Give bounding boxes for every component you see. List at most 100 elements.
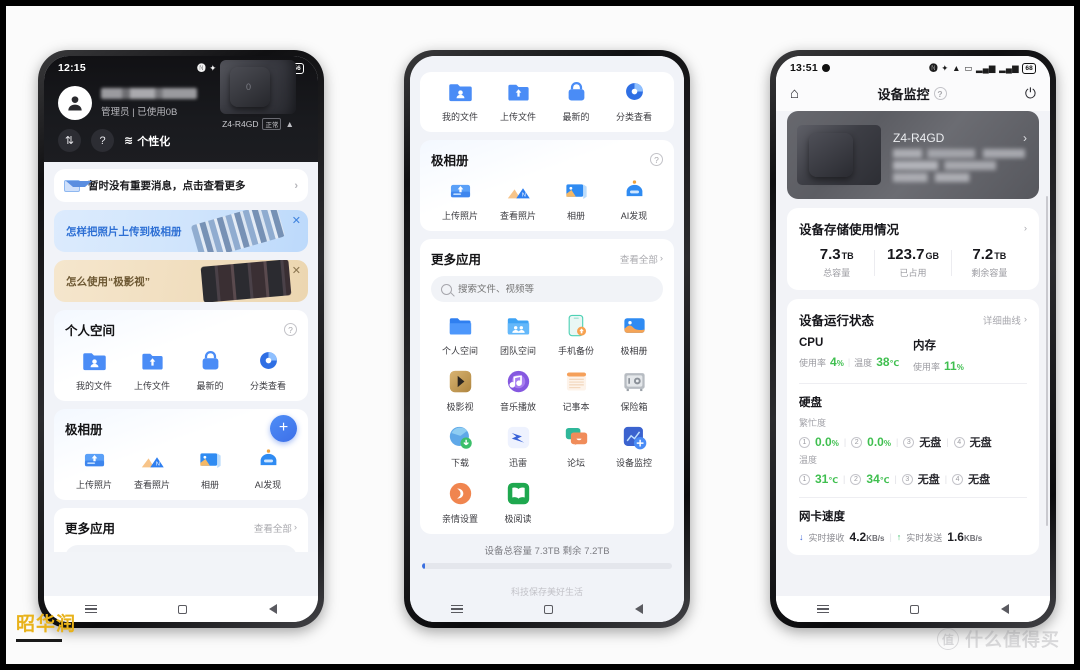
tile-label: 分类查看 bbox=[615, 112, 652, 122]
tile-ai-discover[interactable]: AI发现 bbox=[605, 177, 663, 222]
tile-recent[interactable]: 最新的 bbox=[547, 78, 605, 123]
tile-upload-photo[interactable]: 上传照片 bbox=[65, 446, 123, 491]
tile-thunder[interactable]: 迅雷 bbox=[489, 424, 547, 469]
tile-forum[interactable]: 论坛 bbox=[547, 424, 605, 469]
tile-category[interactable]: 分类查看 bbox=[239, 347, 297, 392]
disk-busy-value: 0.0 bbox=[867, 435, 884, 449]
phone3-content: 13:51 🅝 ✦ ▲ ▭ ▂▄▆ ▂▄▆ 68 ⌂ 设备监控 ? ⏻ Z4-R… bbox=[776, 56, 1050, 622]
tile-album[interactable]: 相册 bbox=[547, 177, 605, 222]
tile-recent[interactable]: 最新的 bbox=[181, 347, 239, 392]
chevron-right-icon: › bbox=[294, 179, 298, 192]
promo-banner-video[interactable]: 怎么使用“极影视” ✕ bbox=[54, 260, 308, 302]
help-icon[interactable]: ? bbox=[650, 153, 663, 166]
promo-text: 怎么使用“极影视” bbox=[66, 275, 150, 288]
message-bar[interactable]: 暂时没有重要消息，点击查看更多 › bbox=[54, 169, 308, 202]
phone2-screen: 我的文件 上传文件 最新的 分类查看 极相册 ? 上传照片 N 查看照片 相册 … bbox=[410, 56, 684, 622]
tile-safe[interactable]: 保险箱 bbox=[605, 368, 663, 413]
nfc-icon: 🅝 bbox=[197, 62, 206, 73]
phone3-statusbar: 13:51 🅝 ✦ ▲ ▭ ▂▄▆ ▂▄▆ 68 bbox=[776, 56, 1050, 80]
promo-banner-album[interactable]: 怎样把照片上传到极相册 ✕ bbox=[54, 210, 308, 252]
tile-label: 团队空间 bbox=[499, 346, 536, 356]
section-title: 极相册 bbox=[431, 154, 469, 168]
tile-upload-file[interactable]: 上传文件 bbox=[489, 78, 547, 123]
divider bbox=[799, 497, 1027, 498]
personalize-button[interactable]: ≋ 个性化 bbox=[124, 133, 170, 149]
tile-family-settings[interactable]: 亲情设置 bbox=[431, 480, 489, 525]
tile-device-monitor[interactable]: 设备监控 bbox=[605, 424, 663, 469]
tile-my-files[interactable]: 我的文件 bbox=[431, 78, 489, 123]
home-icon[interactable] bbox=[178, 604, 188, 614]
cpu-usage-unit: % bbox=[836, 359, 844, 368]
tile-category[interactable]: 分类查看 bbox=[605, 78, 663, 123]
tile-phone-backup[interactable]: 手机备份 bbox=[547, 312, 605, 357]
stat-label: 总容量 bbox=[823, 268, 851, 278]
tile-ai-discover[interactable]: AI发现 bbox=[239, 446, 297, 491]
back-icon[interactable] bbox=[1001, 604, 1010, 614]
stat-unit: TB bbox=[994, 251, 1007, 261]
storage-card[interactable]: 设备存储使用情况 › 7.3TB 总容量 123.7GB 已占用 7.2TB 剩… bbox=[787, 208, 1039, 290]
search-bar[interactable] bbox=[65, 545, 297, 552]
tile-upload-file[interactable]: 上传文件 bbox=[123, 347, 181, 392]
tile-notes[interactable]: 记事本 bbox=[547, 368, 605, 413]
stat-used: 123.7GB 已占用 bbox=[875, 246, 950, 279]
close-icon[interactable]: ✕ bbox=[292, 214, 301, 227]
tile-album[interactable]: 相册 bbox=[181, 446, 239, 491]
disk-index: 1 bbox=[799, 473, 810, 485]
tile-my-files[interactable]: 我的文件 bbox=[65, 347, 123, 392]
runtime-card: 设备运行状态 详细曲线 › CPU 使用率 4% | 温度 38℃ 内存 使用率… bbox=[787, 299, 1039, 555]
back-icon[interactable] bbox=[269, 604, 278, 614]
search-input[interactable] bbox=[458, 283, 653, 295]
search-bar[interactable] bbox=[431, 276, 663, 302]
home-icon[interactable] bbox=[910, 604, 920, 614]
capacity-bar bbox=[422, 563, 672, 569]
tile-label: AI发现 bbox=[620, 211, 648, 221]
device-card[interactable]: Z4-R4GD 正常 ▲ bbox=[212, 60, 304, 130]
tile-album-app[interactable]: 极相册 bbox=[605, 312, 663, 357]
cpu-temp-unit: ℃ bbox=[889, 359, 900, 368]
team-space-icon bbox=[505, 312, 532, 339]
tile-video[interactable]: 极影视 bbox=[431, 368, 489, 413]
arrow-down-icon: ↓ bbox=[799, 532, 804, 542]
svg-text:N: N bbox=[521, 193, 525, 199]
watermark-left-bar bbox=[16, 639, 62, 642]
transfer-button[interactable]: ⇅ bbox=[58, 129, 81, 152]
menu-icon[interactable] bbox=[84, 605, 97, 613]
chevron-right-icon: › bbox=[1023, 314, 1027, 325]
view-all-button[interactable]: 查看全部 › bbox=[620, 252, 663, 266]
home-icon[interactable]: ⌂ bbox=[790, 85, 799, 102]
power-icon[interactable]: ⏻ bbox=[1025, 85, 1036, 102]
watermark-left: 昭华润 bbox=[16, 609, 76, 642]
tile-label: 相册 bbox=[566, 211, 585, 221]
menu-icon[interactable] bbox=[816, 605, 829, 613]
detail-curve-link[interactable]: 详细曲线 › bbox=[983, 313, 1027, 327]
phone1-user-block[interactable]: 管理员 | 已使用0B Z4-R4GD 正常 ▲ bbox=[44, 60, 318, 130]
device-monitor-icon bbox=[621, 424, 648, 451]
tile-reading[interactable]: 极阅读 bbox=[489, 480, 547, 525]
tile-personal-space[interactable]: 个人空间 bbox=[431, 312, 489, 357]
status-time: 12:15 bbox=[58, 62, 86, 74]
chevron-right-icon[interactable]: › bbox=[1024, 223, 1027, 234]
watermark-right-text: 什么值得买 bbox=[965, 630, 1060, 650]
tile-download[interactable]: 下载 bbox=[431, 424, 489, 469]
view-all-button[interactable]: 查看全部 › bbox=[254, 521, 297, 535]
tile-view-photo[interactable]: N 查看照片 bbox=[123, 446, 181, 491]
tile-team-space[interactable]: 团队空间 bbox=[489, 312, 547, 357]
close-icon[interactable]: ✕ bbox=[292, 264, 301, 277]
tile-view-photo[interactable]: N 查看照片 bbox=[489, 177, 547, 222]
tile-label: 极影视 bbox=[446, 402, 474, 412]
bluetooth-icon: ✦ bbox=[941, 62, 949, 73]
home-icon[interactable] bbox=[544, 604, 554, 614]
scrollbar[interactable] bbox=[1045, 196, 1048, 526]
menu-icon[interactable] bbox=[450, 605, 463, 613]
tile-music[interactable]: 音乐播放 bbox=[489, 368, 547, 413]
tile-upload-photo[interactable]: 上传照片 bbox=[431, 177, 489, 222]
tile-label: 相册 bbox=[200, 480, 219, 490]
help-icon[interactable]: ? bbox=[933, 87, 947, 100]
help-button[interactable]: ? bbox=[91, 129, 114, 152]
avatar[interactable] bbox=[58, 86, 92, 120]
back-icon[interactable] bbox=[635, 604, 644, 614]
device-banner[interactable]: Z4-R4GD › bbox=[787, 111, 1039, 199]
add-button[interactable]: + bbox=[270, 415, 297, 442]
help-icon[interactable]: ? bbox=[284, 323, 297, 336]
tile-label: 我的文件 bbox=[75, 381, 112, 391]
